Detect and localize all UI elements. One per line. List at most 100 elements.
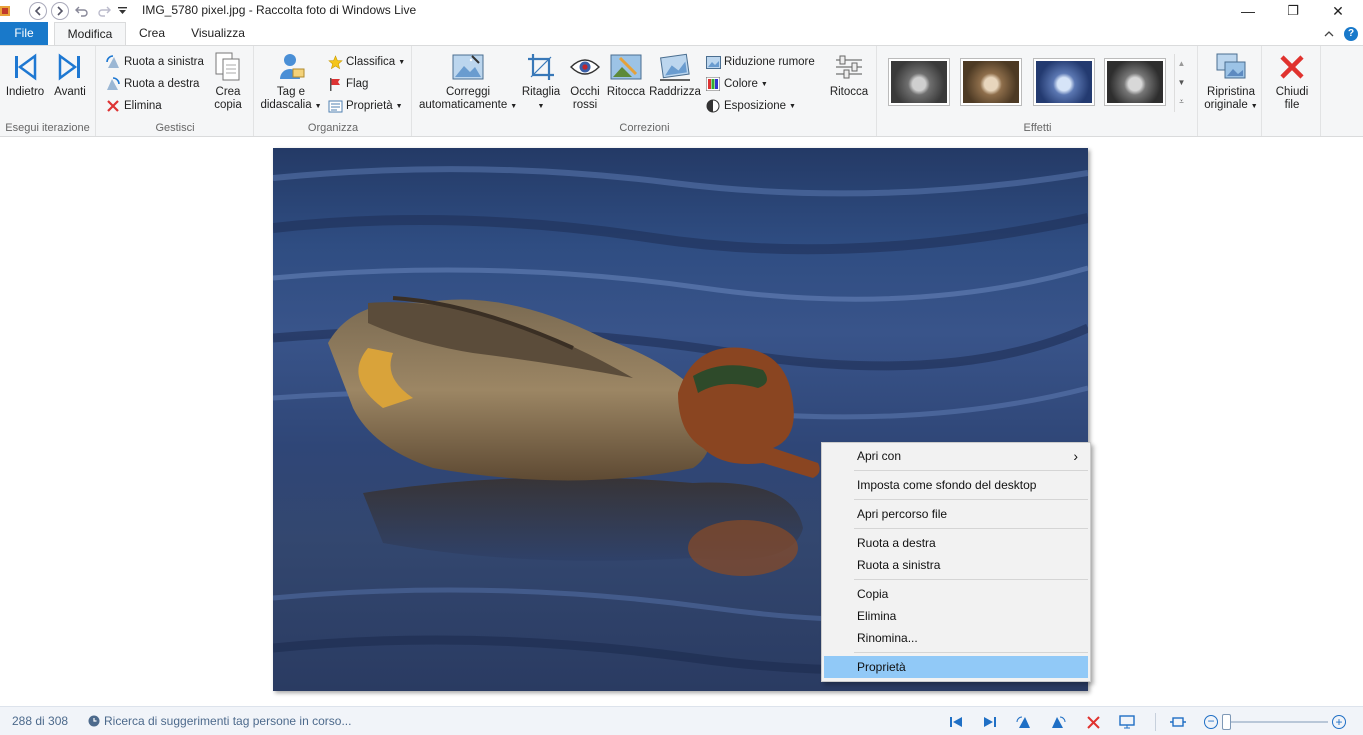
revert-original-button[interactable]: Ripristina originale ▼ — [1201, 50, 1261, 113]
delete-x-icon — [105, 98, 121, 114]
qat-customize-icon[interactable] — [117, 2, 127, 20]
submenu-arrow-icon: › — [1073, 448, 1078, 464]
group-label-manage: Gestisci — [155, 122, 195, 134]
zoom-slider-thumb[interactable] — [1222, 714, 1231, 730]
status-bar: 288 di 308 Ricerca di suggerimenti tag p… — [0, 706, 1363, 735]
group-manage: Ruota a sinistra Ruota a destra Elimina … — [97, 46, 254, 136]
group-label-organize: Organizza — [307, 122, 359, 134]
zoom-slider-track[interactable] — [1222, 721, 1328, 723]
close-file-button[interactable]: Chiudi file — [1269, 50, 1315, 112]
delete-status-icon[interactable] — [1084, 713, 1102, 731]
menu-open-with[interactable]: Apri con › — [824, 445, 1088, 467]
ribbon-collapse-icon[interactable] — [1320, 22, 1338, 46]
rotate-right-button[interactable]: Ruota a destra — [105, 75, 199, 93]
forward-button[interactable]: Avanti — [50, 50, 90, 99]
noise-reduction-icon — [705, 54, 721, 70]
fit-to-window-icon[interactable] — [1169, 713, 1187, 731]
effect-gray-tone[interactable] — [1104, 58, 1166, 106]
back-button[interactable]: Indietro — [4, 50, 46, 99]
gallery-up-icon[interactable]: ▲ — [1175, 54, 1188, 73]
help-icon[interactable]: ? — [1342, 22, 1360, 46]
zoom-in-button[interactable]: + — [1330, 713, 1348, 731]
zoom-out-button[interactable]: − — [1202, 713, 1220, 731]
photo-position: 288 di 308 — [12, 714, 69, 728]
slideshow-icon[interactable] — [1118, 713, 1136, 731]
tab-modifica[interactable]: Modifica — [54, 22, 126, 46]
status-message: Ricerca di suggerimenti tag persone in c… — [104, 714, 352, 728]
properties-icon — [327, 98, 343, 114]
gallery-more-icon[interactable]: ⩡ — [1175, 92, 1188, 111]
exposure-dropdown[interactable]: Esposizione ▼ — [705, 97, 796, 115]
retouch-brush-icon — [610, 50, 642, 84]
straighten-button[interactable]: Raddrizza — [647, 50, 703, 99]
menu-open-file-location[interactable]: Apri percorso file — [824, 503, 1088, 525]
crop-button[interactable]: Ritaglia ▼ — [520, 50, 562, 113]
gallery-down-icon[interactable]: ▼ — [1175, 73, 1188, 92]
copy-document-icon — [212, 50, 244, 84]
make-copy-button[interactable]: Crea copia — [208, 50, 248, 112]
effect-black-white[interactable] — [888, 58, 950, 106]
tab-crea[interactable]: Crea — [132, 22, 172, 46]
skip-back-icon — [9, 50, 41, 84]
tab-visualizza[interactable]: Visualizza — [183, 22, 253, 46]
tab-file[interactable]: File — [0, 22, 48, 46]
rotate-left-status-icon[interactable] — [1015, 713, 1033, 731]
fine-tune-button[interactable]: Ritocca — [827, 50, 871, 99]
redo-icon[interactable] — [96, 2, 112, 20]
properties-dropdown[interactable]: Proprietà ▼ — [327, 97, 403, 115]
title-bar: IMG_5780 pixel.jpg - Raccolta foto di Wi… — [0, 0, 1363, 22]
undo-icon[interactable] — [74, 2, 90, 20]
star-icon — [327, 54, 343, 70]
menu-separator — [854, 499, 1088, 500]
context-menu: Apri con › Imposta come sfondo del deskt… — [821, 442, 1091, 682]
tag-person-icon — [275, 50, 307, 84]
group-label-iterate: Esegui iterazione — [5, 122, 90, 134]
back-arrow-icon[interactable] — [29, 2, 47, 20]
straighten-icon — [659, 50, 691, 84]
group-iterate: Indietro Avanti Esegui iterazione — [0, 46, 96, 136]
minimize-button[interactable]: — — [1225, 0, 1271, 22]
menu-properties[interactable]: Proprietà — [824, 656, 1088, 678]
rotate-right-icon — [105, 76, 121, 92]
app-icon — [0, 2, 12, 20]
close-red-x-icon — [1276, 50, 1308, 84]
rotate-left-button[interactable]: Ruota a sinistra — [105, 53, 204, 71]
retouch-button[interactable]: Ritocca — [605, 50, 647, 99]
group-label-corrections: Correzioni — [619, 122, 670, 134]
next-photo-icon[interactable] — [981, 713, 999, 731]
ribbon: Indietro Avanti Esegui iterazione Ruota … — [0, 45, 1363, 137]
effect-sepia[interactable] — [960, 58, 1022, 106]
autofix-icon — [452, 50, 484, 84]
tag-caption-button[interactable]: Tag e didascalia ▼ — [259, 50, 323, 113]
menu-rotate-right[interactable]: Ruota a destra — [824, 532, 1088, 554]
menu-copy[interactable]: Copia — [824, 583, 1088, 605]
menu-separator — [854, 652, 1088, 653]
delete-button[interactable]: Elimina — [105, 97, 162, 115]
effects-gallery-scroll: ▲ ▼ ⩡ — [1174, 54, 1188, 112]
menu-set-desktop-background[interactable]: Imposta come sfondo del desktop — [824, 474, 1088, 496]
group-close: Chiudi file — [1263, 46, 1321, 136]
rating-dropdown[interactable]: Classifica ▼ — [327, 53, 405, 71]
menu-separator — [854, 470, 1088, 471]
clock-icon — [88, 715, 100, 730]
menu-delete[interactable]: Elimina — [824, 605, 1088, 627]
close-window-button[interactable]: ✕ — [1315, 0, 1361, 22]
menu-rotate-left[interactable]: Ruota a sinistra — [824, 554, 1088, 576]
revert-photos-icon — [1215, 50, 1247, 84]
forward-arrow-icon[interactable] — [51, 2, 69, 20]
red-eye-button[interactable]: Occhi rossi — [565, 50, 605, 112]
maximize-button[interactable]: ❐ — [1270, 0, 1316, 22]
effect-cyan-tone[interactable] — [1033, 58, 1095, 106]
group-organize: Tag e didascalia ▼ Classifica ▼ Flag Propr… — [255, 46, 412, 136]
menu-rename[interactable]: Rinomina... — [824, 627, 1088, 649]
flag-button[interactable]: Flag — [327, 75, 368, 93]
status-divider — [1155, 713, 1156, 731]
previous-photo-icon[interactable] — [947, 713, 965, 731]
autofix-button[interactable]: Correggi automaticamente ▼ — [419, 50, 517, 113]
color-dropdown[interactable]: Colore ▼ — [705, 75, 768, 93]
menu-separator — [854, 579, 1088, 580]
noise-reduction-button[interactable]: Riduzione rumore — [705, 53, 815, 71]
rotate-right-status-icon[interactable] — [1049, 713, 1067, 731]
skip-forward-icon — [54, 50, 86, 84]
group-corrections: Correggi automaticamente ▼ Ritaglia ▼ Occh… — [413, 46, 877, 136]
